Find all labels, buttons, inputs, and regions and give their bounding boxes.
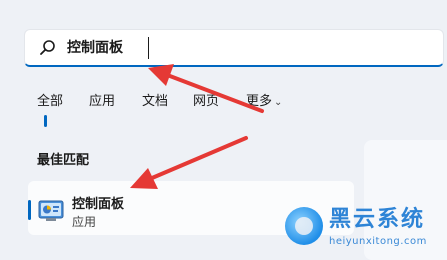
tab-web[interactable]: 网页 <box>193 93 219 111</box>
search-icon <box>39 39 57 57</box>
watermark-url: heiyunxitong.com <box>329 236 427 247</box>
search-input[interactable]: 控制面板 <box>67 39 123 57</box>
tab-more-label: 更多 <box>246 94 273 109</box>
tab-web-label: 网页 <box>193 94 220 109</box>
arrow-to-search-head <box>148 64 174 86</box>
site-watermark: 黑云系统 heiyunxitong.com <box>285 207 447 253</box>
active-tab-indicator <box>44 115 47 127</box>
tab-all[interactable]: 全部 <box>37 93 63 111</box>
result-type: 应用 <box>72 215 97 229</box>
best-match-heading: 最佳匹配 <box>37 153 90 168</box>
tab-apps[interactable]: 应用 <box>89 93 115 111</box>
control-panel-icon <box>38 200 64 222</box>
selection-accent <box>28 200 31 220</box>
tab-more[interactable]: 更多 ⌄ <box>246 93 282 112</box>
brand-logo-icon <box>285 207 323 245</box>
tab-documents[interactable]: 文档 <box>142 93 168 111</box>
search-box[interactable]: 控制面板 <box>24 29 444 67</box>
result-title: 控制面板 <box>72 197 125 212</box>
watermark-title: 黑云系统 <box>329 207 426 232</box>
text-caret <box>148 37 149 59</box>
arrow-to-result-line <box>143 136 248 183</box>
chevron-down-icon: ⌄ <box>274 97 283 108</box>
